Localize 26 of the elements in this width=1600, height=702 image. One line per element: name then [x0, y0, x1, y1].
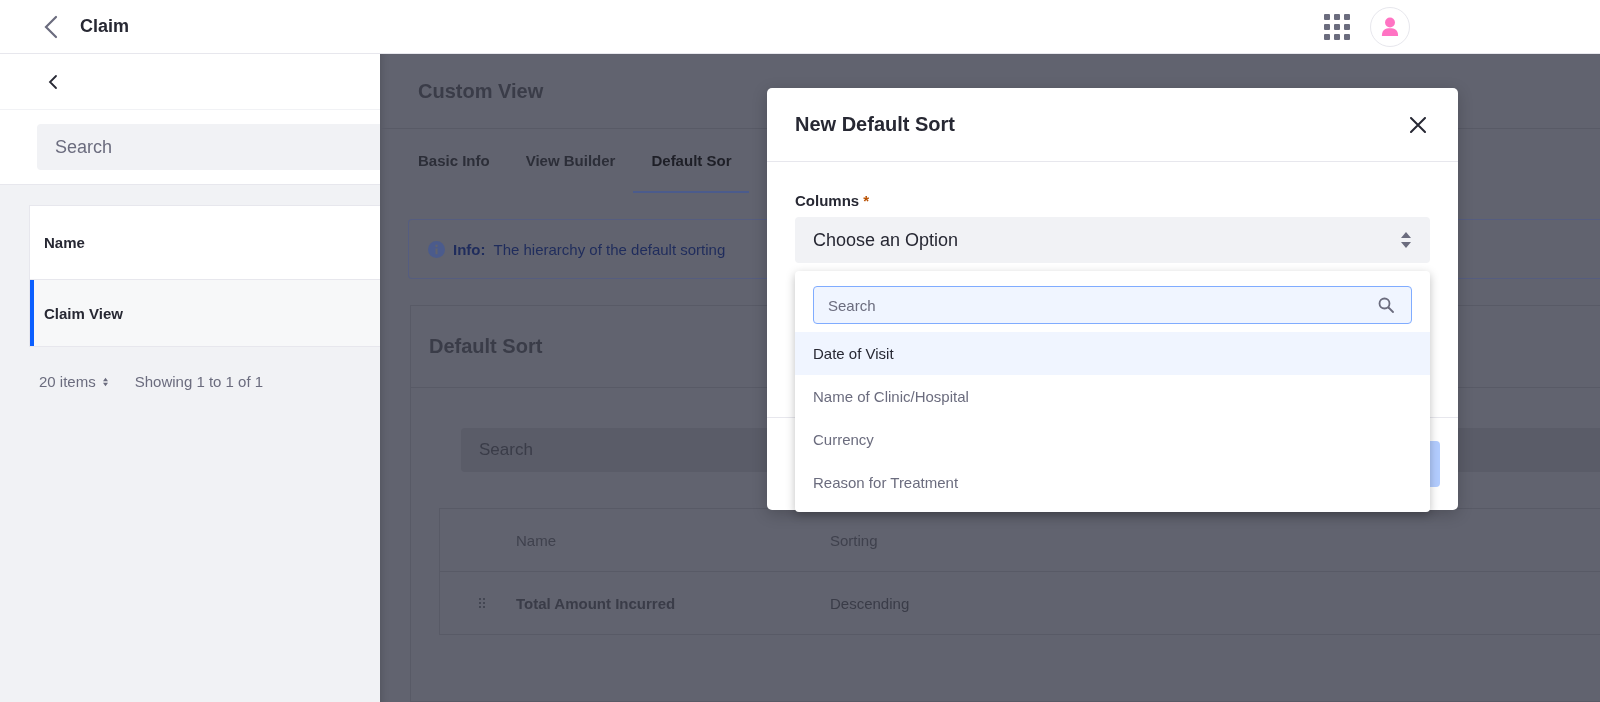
modal-title: New Default Sort — [795, 113, 956, 136]
close-icon[interactable] — [1410, 116, 1426, 133]
dropdown-option[interactable]: Name of Clinic/Hospital — [795, 375, 1430, 418]
select-arrows-icon — [1400, 231, 1412, 249]
info-label: Info: — [453, 240, 486, 258]
user-silhouette-icon — [1381, 16, 1399, 37]
back-chevron-icon[interactable] — [48, 73, 58, 90]
field-label: Columns — [795, 192, 860, 209]
sort-arrows-icon — [101, 376, 109, 387]
page-size-dropdown[interactable]: 20 items — [39, 373, 109, 390]
columns-select[interactable]: Choose an Option — [795, 217, 1430, 263]
tab[interactable]: Default Sor — [633, 129, 750, 193]
page-title: Claim — [80, 16, 130, 37]
pagination-summary: Showing 1 to 1 of 1 — [134, 373, 264, 390]
required-mark: * — [863, 192, 869, 209]
dropdown-option[interactable]: Currency — [795, 418, 1430, 461]
info-text: The hierarchy of the default sorting — [493, 240, 726, 258]
dropdown-option[interactable]: Reason for Treatment — [795, 461, 1430, 504]
apps-grid-icon[interactable] — [1324, 13, 1350, 40]
info-icon — [428, 240, 445, 258]
search-field[interactable]: Search — [37, 124, 380, 170]
list-row[interactable]: Claim View — [30, 280, 380, 346]
dropdown-option[interactable]: Date of Visit — [795, 332, 1430, 375]
search-icon — [1378, 297, 1394, 313]
drag-handle-icon[interactable] — [479, 598, 485, 608]
search-field[interactable]: Search — [813, 286, 1412, 324]
